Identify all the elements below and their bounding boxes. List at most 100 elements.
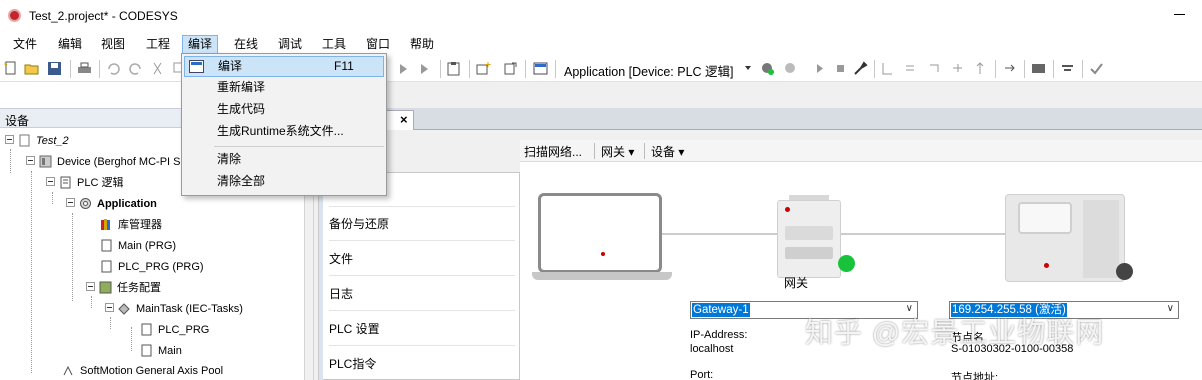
add-object-icon[interactable] xyxy=(476,61,491,76)
tree-label: PLC 逻辑 xyxy=(77,177,124,189)
menu-build[interactable]: 编译 xyxy=(182,35,219,54)
stop-icon[interactable] xyxy=(833,61,848,76)
tree-node-task-main[interactable]: Main xyxy=(140,342,182,361)
cut-icon[interactable] xyxy=(150,61,165,76)
force-values-icon[interactable] xyxy=(1031,61,1046,76)
tree-label: Main xyxy=(158,345,182,357)
tree-node-plc-logic[interactable]: PLC 逻辑 xyxy=(46,174,123,193)
menu-item-label: 重新编译 xyxy=(217,80,266,94)
tree-node-task-plc-prg[interactable]: PLC_PRG xyxy=(140,321,209,340)
reset-icon[interactable] xyxy=(853,61,868,76)
nav-item-plc-settings[interactable]: PLC 设置 xyxy=(329,312,515,346)
device-editor-side-nav: 备份与还原 文件 日志 PLC 设置 PLC指令 xyxy=(318,172,520,380)
gateway-select-value: Gateway-1 xyxy=(692,303,750,317)
program-icon xyxy=(101,260,112,273)
program-call-icon xyxy=(141,344,152,357)
tree-node-main-prg[interactable]: Main (PRG) xyxy=(100,237,176,256)
menu-file[interactable]: 文件 xyxy=(8,35,42,54)
collapse-icon[interactable] xyxy=(86,282,95,291)
menu-view[interactable]: 视图 xyxy=(96,35,130,54)
window-title: Test_2.project* - CODESYS xyxy=(29,9,178,23)
nav-item-plc-shell[interactable]: PLC指令 xyxy=(329,347,515,380)
save-icon[interactable] xyxy=(47,61,62,76)
tree-node-task-config[interactable]: 任务配置 xyxy=(86,279,161,298)
menu-debug[interactable]: 调试 xyxy=(273,35,307,54)
menu-item-clean[interactable]: 清除 xyxy=(184,149,384,170)
tree-label: MainTask (IEC-Tasks) xyxy=(136,303,243,315)
menu-item-generate-runtime-file[interactable]: 生成Runtime系统文件... xyxy=(184,121,384,142)
start-icon[interactable] xyxy=(812,61,827,76)
device-menu-button[interactable]: 设备 ▾ xyxy=(651,143,684,160)
laptop-base xyxy=(532,272,672,280)
step-over-icon[interactable] xyxy=(418,61,433,76)
build-icon[interactable] xyxy=(533,61,548,76)
print-icon[interactable] xyxy=(77,61,92,76)
collapse-icon[interactable] xyxy=(46,177,55,186)
scan-network-button[interactable]: 扫描网络... xyxy=(524,143,582,160)
menu-project[interactable]: 工程 xyxy=(141,35,175,54)
build-icon xyxy=(189,60,204,73)
menu-item-generate-code[interactable]: 生成代码 xyxy=(184,99,384,120)
gateway-menu-button[interactable]: 网关 ▾ xyxy=(601,143,634,160)
menu-window[interactable]: 窗口 xyxy=(361,35,395,54)
toggle-breakpoint-icon[interactable] xyxy=(904,61,919,76)
next-statement-icon[interactable] xyxy=(1003,61,1018,76)
logout-icon[interactable] xyxy=(783,61,798,76)
program-icon xyxy=(101,239,112,252)
write-values-icon[interactable] xyxy=(1060,61,1075,76)
active-application-label[interactable]: Application [Device: PLC 逻辑] xyxy=(564,61,734,80)
collapse-icon[interactable] xyxy=(5,135,14,144)
laptop-indicator xyxy=(601,252,605,256)
node-address-label: 节点地址: xyxy=(951,372,999,380)
minimize-button[interactable] xyxy=(1170,6,1190,22)
gear-icon xyxy=(80,198,91,209)
laptop-icon xyxy=(538,193,662,273)
device-icon xyxy=(39,155,52,168)
ip-address-value: localhost xyxy=(690,343,734,355)
check-icon[interactable] xyxy=(1089,61,1104,76)
breakpoint-icon[interactable] xyxy=(880,61,895,76)
step-icon[interactable] xyxy=(397,61,412,76)
plc-logic-icon xyxy=(60,176,71,189)
menu-tools[interactable]: 工具 xyxy=(317,35,351,54)
step-out-icon[interactable] xyxy=(950,61,965,76)
collapse-icon[interactable] xyxy=(105,303,114,312)
menu-edit[interactable]: 编辑 xyxy=(53,35,87,54)
nav-item-backup-restore[interactable]: 备份与还原 xyxy=(329,207,515,241)
undo-icon[interactable] xyxy=(106,61,121,76)
tree-node-application[interactable]: Application xyxy=(66,195,157,214)
run-to-cursor-icon[interactable] xyxy=(973,61,988,76)
redo-icon[interactable] xyxy=(128,61,143,76)
nav-item-log[interactable]: 日志 xyxy=(329,277,515,311)
program-call-icon xyxy=(141,323,152,336)
menu-help[interactable]: 帮助 xyxy=(405,35,439,54)
menu-item-build[interactable]: 编译 F11 xyxy=(184,56,384,77)
clipboard-icon[interactable] xyxy=(446,61,461,76)
watermark-text: 知乎 @宏景工业物联网 xyxy=(805,317,1105,348)
menu-online[interactable]: 在线 xyxy=(229,35,263,54)
step-into-icon[interactable] xyxy=(927,61,942,76)
tree-node-library-manager[interactable]: 库管理器 xyxy=(100,216,162,235)
menu-item-rebuild[interactable]: 重新编译 xyxy=(184,77,384,98)
tree-label: PLC_PRG xyxy=(158,324,210,336)
tree-node-softmotion-pool[interactable]: SoftMotion General Axis Pool xyxy=(62,362,223,380)
tree-node-project[interactable]: Test_2 xyxy=(5,132,69,151)
open-folder-icon[interactable] xyxy=(24,61,39,76)
login-icon[interactable] xyxy=(760,61,775,76)
tree-node-plc-prg[interactable]: PLC_PRG (PRG) xyxy=(100,258,204,277)
menu-item-label: 编译 xyxy=(218,59,243,73)
title-bar: Test_2.project* - CODESYS xyxy=(0,0,1202,32)
menu-item-label: 生成Runtime系统文件... xyxy=(217,124,344,138)
chevron-down-icon[interactable] xyxy=(745,66,751,70)
chevron-down-icon: ∨ xyxy=(1166,303,1174,314)
menu-item-clean-all[interactable]: 清除全部 xyxy=(184,171,384,192)
tree-node-maintask[interactable]: MainTask (IEC-Tasks) xyxy=(105,300,243,319)
editor-tab-strip: e × xyxy=(314,108,1202,130)
collapse-icon[interactable] xyxy=(26,156,35,165)
tree-node-device[interactable]: Device (Berghof MC-PI Sc xyxy=(26,153,186,172)
nav-item-files[interactable]: 文件 xyxy=(329,242,515,276)
collapse-icon[interactable] xyxy=(66,198,75,207)
new-file-icon[interactable] xyxy=(3,61,18,76)
close-icon[interactable]: × xyxy=(400,112,408,127)
export-icon[interactable] xyxy=(503,61,518,76)
